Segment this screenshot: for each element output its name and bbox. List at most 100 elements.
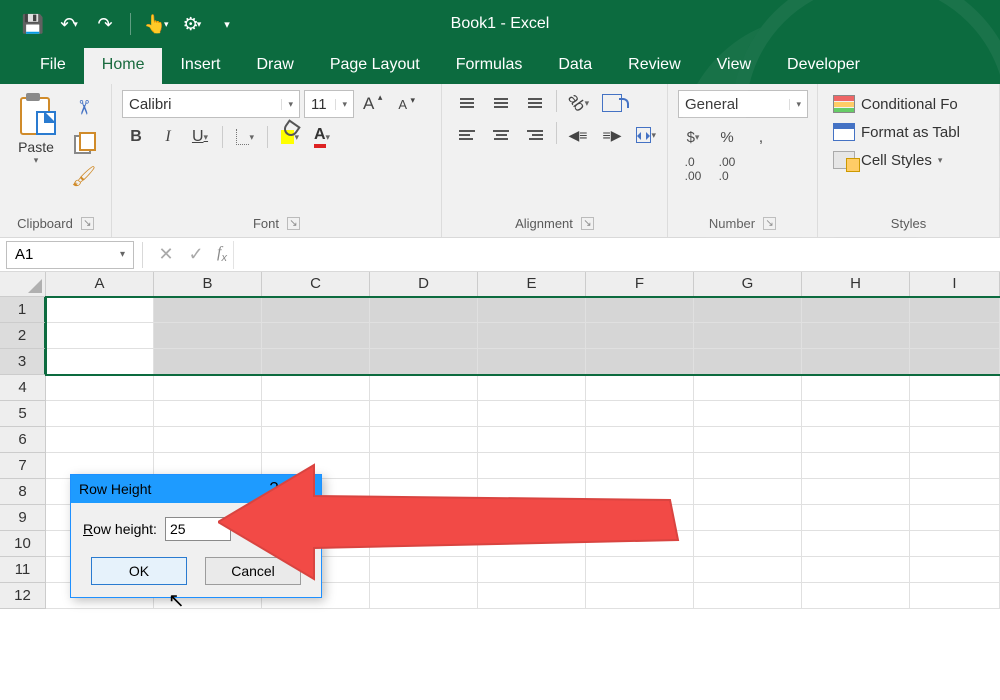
touch-mode-icon[interactable]: 👆▾ xyxy=(141,9,171,39)
row-header[interactable]: 11 xyxy=(0,557,46,583)
cell[interactable] xyxy=(370,453,478,479)
format-painter-icon[interactable]: 🖌 xyxy=(66,161,101,192)
tab-data[interactable]: Data xyxy=(540,48,610,84)
close-icon[interactable]: ✕ xyxy=(287,479,313,499)
percent-format-icon[interactable]: % xyxy=(712,124,742,150)
save-icon[interactable]: 💾 xyxy=(18,9,48,39)
alignment-launcher-icon[interactable]: ↘ xyxy=(581,217,594,230)
cell[interactable] xyxy=(478,583,586,609)
cell[interactable] xyxy=(586,583,694,609)
cell[interactable] xyxy=(802,323,910,349)
cell[interactable] xyxy=(586,427,694,453)
cell[interactable] xyxy=(694,531,802,557)
cell[interactable] xyxy=(46,349,154,375)
tab-page-layout[interactable]: Page Layout xyxy=(312,48,438,84)
cell[interactable] xyxy=(802,297,910,323)
cell[interactable] xyxy=(586,505,694,531)
cell[interactable] xyxy=(262,401,370,427)
cell[interactable] xyxy=(370,531,478,557)
cell[interactable] xyxy=(694,505,802,531)
row-header[interactable]: 7 xyxy=(0,453,46,479)
italic-button[interactable]: I xyxy=(154,124,182,150)
decrease-decimal-icon[interactable]: .00.0 xyxy=(712,156,742,182)
number-format-combo[interactable]: General▾ xyxy=(678,90,808,118)
tab-developer[interactable]: Developer xyxy=(769,48,878,84)
cell[interactable] xyxy=(478,531,586,557)
cell[interactable] xyxy=(586,297,694,323)
cell[interactable] xyxy=(478,427,586,453)
cell[interactable] xyxy=(262,297,370,323)
cell[interactable] xyxy=(262,427,370,453)
row-header[interactable]: 12 xyxy=(0,583,46,609)
cell[interactable] xyxy=(478,323,586,349)
cut-icon[interactable]: ✂ xyxy=(66,92,101,123)
cell[interactable] xyxy=(586,323,694,349)
cell[interactable] xyxy=(478,479,586,505)
tab-home[interactable]: Home xyxy=(84,48,163,84)
cell[interactable] xyxy=(586,557,694,583)
orientation-icon[interactable]: ab▾ xyxy=(563,90,593,116)
col-header[interactable]: F xyxy=(586,272,694,297)
merge-center-icon[interactable]: ▾ xyxy=(631,122,661,148)
fx-icon[interactable]: fx xyxy=(217,244,227,264)
cell[interactable] xyxy=(478,297,586,323)
col-header[interactable]: A xyxy=(46,272,154,297)
undo-icon[interactable]: ↶▾ xyxy=(54,9,84,39)
tab-file[interactable]: File xyxy=(22,48,84,84)
cell[interactable] xyxy=(478,505,586,531)
cell[interactable] xyxy=(370,375,478,401)
cell[interactable] xyxy=(802,349,910,375)
cell[interactable] xyxy=(802,427,910,453)
cell[interactable] xyxy=(910,375,1000,401)
cell[interactable] xyxy=(802,453,910,479)
cell[interactable] xyxy=(586,375,694,401)
cell[interactable] xyxy=(694,323,802,349)
ok-button[interactable]: OK xyxy=(91,557,187,585)
tab-view[interactable]: View xyxy=(699,48,769,84)
cell[interactable] xyxy=(694,479,802,505)
name-box[interactable]: A1▾ xyxy=(6,241,134,269)
cell[interactable] xyxy=(46,375,154,401)
decrease-font-icon[interactable]: A▾ xyxy=(383,94,412,115)
cell[interactable] xyxy=(370,557,478,583)
row-header[interactable]: 8 xyxy=(0,479,46,505)
cell[interactable] xyxy=(910,453,1000,479)
cell[interactable] xyxy=(154,297,262,323)
cell[interactable] xyxy=(370,479,478,505)
cell[interactable] xyxy=(478,401,586,427)
col-header[interactable]: C xyxy=(262,272,370,297)
select-all-corner[interactable] xyxy=(0,272,46,297)
fill-color-button[interactable]: ▾ xyxy=(276,124,304,150)
col-header[interactable]: D xyxy=(370,272,478,297)
cell[interactable] xyxy=(478,557,586,583)
hierarchy-icon[interactable]: ⚙▾ xyxy=(177,9,207,39)
increase-font-icon[interactable]: A▴ xyxy=(358,91,379,117)
clipboard-launcher-icon[interactable]: ↘ xyxy=(81,217,94,230)
cell[interactable] xyxy=(694,297,802,323)
paste-button[interactable]: Paste ▾ xyxy=(10,90,62,169)
cell[interactable] xyxy=(46,427,154,453)
increase-indent-icon[interactable]: ≡▶ xyxy=(597,122,627,148)
row-header[interactable]: 10 xyxy=(0,531,46,557)
cell[interactable] xyxy=(694,349,802,375)
cell[interactable] xyxy=(910,505,1000,531)
cell[interactable] xyxy=(370,297,478,323)
cell[interactable] xyxy=(802,557,910,583)
cell[interactable] xyxy=(910,427,1000,453)
underline-button[interactable]: U ▾ xyxy=(186,124,214,150)
row-height-input[interactable] xyxy=(165,517,231,541)
cell[interactable] xyxy=(586,401,694,427)
cell[interactable] xyxy=(262,349,370,375)
row-header[interactable]: 6 xyxy=(0,427,46,453)
comma-format-icon[interactable]: , xyxy=(746,124,776,150)
col-header[interactable]: I xyxy=(910,272,1000,297)
cancel-formula-icon[interactable]: ✕ xyxy=(151,244,181,265)
col-header[interactable]: E xyxy=(478,272,586,297)
cell[interactable] xyxy=(46,323,154,349)
cell[interactable] xyxy=(694,583,802,609)
copy-icon[interactable] xyxy=(66,129,101,155)
cell[interactable] xyxy=(694,557,802,583)
cell[interactable] xyxy=(910,531,1000,557)
cell[interactable] xyxy=(694,427,802,453)
cell[interactable] xyxy=(370,505,478,531)
